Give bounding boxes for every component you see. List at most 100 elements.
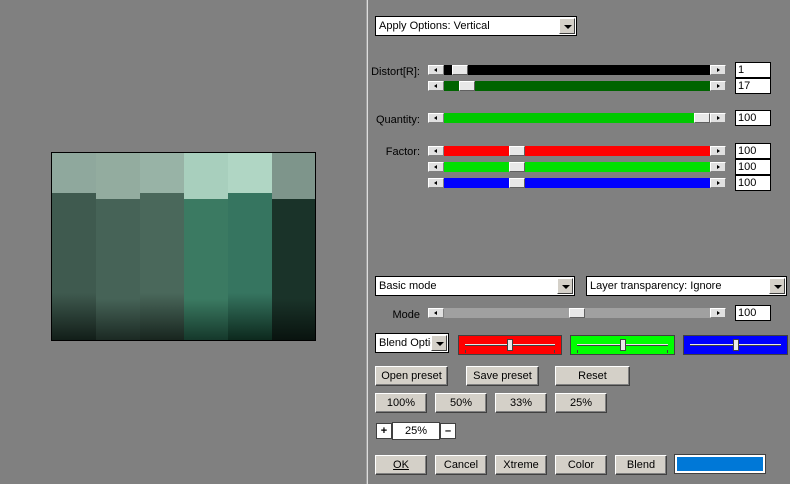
- arrow-right-icon[interactable]: [710, 113, 726, 123]
- ok-button[interactable]: OK: [375, 455, 427, 475]
- mode-dropdown-label: Basic mode: [379, 280, 437, 292]
- save-preset-button[interactable]: Save preset: [466, 366, 539, 386]
- zoom-value[interactable]: 25%: [392, 422, 440, 440]
- preview-column: [140, 153, 185, 340]
- color-swatch[interactable]: [674, 454, 766, 474]
- distort-slider-2-track: [444, 81, 710, 91]
- arrow-right-icon[interactable]: [710, 146, 726, 156]
- factor-value-green[interactable]: 100: [735, 159, 771, 175]
- quantity-slider[interactable]: [428, 113, 726, 123]
- blue-color-slider[interactable]: [683, 335, 788, 355]
- chevron-down-icon[interactable]: [557, 278, 573, 294]
- factor-label: Factor:: [385, 146, 420, 158]
- chevron-down-icon[interactable]: [769, 278, 785, 294]
- blue-color-slider-knob[interactable]: [733, 339, 739, 351]
- cancel-button[interactable]: Cancel: [435, 455, 487, 475]
- red-color-slider[interactable]: [458, 335, 562, 355]
- preview-segment: [228, 153, 273, 193]
- factor-slider-red-thumb[interactable]: [509, 146, 525, 156]
- factor-slider-green-thumb[interactable]: [509, 162, 525, 172]
- slider-tick: [554, 350, 555, 353]
- arrow-left-icon[interactable]: [428, 162, 444, 172]
- arrow-left-icon[interactable]: [428, 113, 444, 123]
- blend-button-label: Blend: [626, 458, 656, 471]
- mode-slider-thumb[interactable]: [569, 308, 585, 318]
- distort-slider-1-thumb[interactable]: [452, 65, 468, 75]
- factor-slider-blue-track: [444, 178, 710, 188]
- zoom-plus-button[interactable]: +: [376, 423, 392, 439]
- preview-column: [52, 153, 97, 340]
- factor-slider-blue-thumb[interactable]: [509, 178, 525, 188]
- chevron-down-icon[interactable]: [559, 18, 575, 34]
- zoom-minus-button[interactable]: –: [440, 423, 456, 439]
- reset-button[interactable]: Reset: [555, 366, 630, 386]
- distort-slider-1[interactable]: [428, 65, 726, 75]
- factor-slider-green-track: [444, 162, 710, 172]
- factor-slider-red-track: [444, 146, 710, 156]
- xtreme-button-label: Xtreme: [503, 458, 539, 471]
- cancel-button-label: Cancel: [443, 458, 479, 471]
- mode-slider[interactable]: [428, 308, 726, 318]
- color-button-label: Color: [567, 458, 595, 471]
- quantity-slider-thumb[interactable]: [694, 113, 710, 123]
- preview-segment: [140, 153, 185, 193]
- layer-transparency-dropdown[interactable]: Layer transparency: Ignore: [586, 276, 787, 296]
- preview-segment: [184, 299, 229, 340]
- distort-slider-2[interactable]: [428, 81, 726, 91]
- preview-segment: [140, 193, 185, 293]
- preview-segment: [272, 153, 315, 199]
- slider-tick: [667, 350, 668, 353]
- factor-value-red[interactable]: 100: [735, 143, 771, 159]
- mode-value[interactable]: 100: [735, 305, 771, 321]
- arrow-right-icon[interactable]: [710, 178, 726, 188]
- mode-label: Mode: [392, 309, 420, 321]
- preview-segment: [272, 299, 315, 340]
- red-color-slider-knob[interactable]: [507, 339, 513, 351]
- arrow-right-icon[interactable]: [710, 81, 726, 91]
- green-color-slider[interactable]: [570, 335, 675, 355]
- quantity-value[interactable]: 100: [735, 110, 771, 126]
- preview-segment: [184, 153, 229, 199]
- arrow-right-icon[interactable]: [710, 162, 726, 172]
- blend-options-label: Blend Optio: [379, 337, 437, 349]
- chevron-down-icon[interactable]: [431, 335, 447, 351]
- distort-value-1[interactable]: 1: [735, 62, 771, 78]
- slider-tick: [465, 350, 466, 353]
- xtreme-button[interactable]: Xtreme: [495, 455, 547, 475]
- green-color-slider-knob[interactable]: [620, 339, 626, 351]
- apply-options-dropdown[interactable]: Apply Options: Vertical: [375, 16, 577, 36]
- zoom-25-button[interactable]: 25%: [555, 393, 607, 413]
- preview-segment: [52, 153, 97, 193]
- arrow-left-icon[interactable]: [428, 308, 444, 318]
- blend-options-dropdown[interactable]: Blend Optio: [375, 333, 449, 353]
- preview-column: [272, 153, 315, 340]
- mode-dropdown[interactable]: Basic mode: [375, 276, 575, 296]
- zoom-33-button[interactable]: 33%: [495, 393, 547, 413]
- blend-button[interactable]: Blend: [615, 455, 667, 475]
- factor-slider-blue[interactable]: [428, 178, 726, 188]
- factor-slider-green[interactable]: [428, 162, 726, 172]
- preview-column: [96, 153, 141, 340]
- arrow-right-icon[interactable]: [710, 308, 726, 318]
- factor-slider-red[interactable]: [428, 146, 726, 156]
- factor-value-blue[interactable]: 100: [735, 175, 771, 191]
- ok-button-label: OK: [393, 458, 409, 471]
- preview-segment: [52, 293, 97, 340]
- preview-segment: [96, 199, 141, 299]
- distort-value-2[interactable]: 17: [735, 78, 771, 94]
- zoom-100-button[interactable]: 100%: [375, 393, 427, 413]
- color-button[interactable]: Color: [555, 455, 607, 475]
- preview-segment: [184, 199, 229, 299]
- preview-segment: [228, 193, 273, 293]
- slider-tick: [577, 350, 578, 353]
- arrow-left-icon[interactable]: [428, 178, 444, 188]
- apply-options-label: Apply Options: Vertical: [379, 20, 490, 32]
- arrow-left-icon[interactable]: [428, 65, 444, 75]
- arrow-left-icon[interactable]: [428, 146, 444, 156]
- zoom-50-button[interactable]: 50%: [435, 393, 487, 413]
- open-preset-button[interactable]: Open preset: [375, 366, 448, 386]
- preview-segment: [96, 299, 141, 340]
- distort-slider-2-thumb[interactable]: [459, 81, 475, 91]
- arrow-right-icon[interactable]: [710, 65, 726, 75]
- arrow-left-icon[interactable]: [428, 81, 444, 91]
